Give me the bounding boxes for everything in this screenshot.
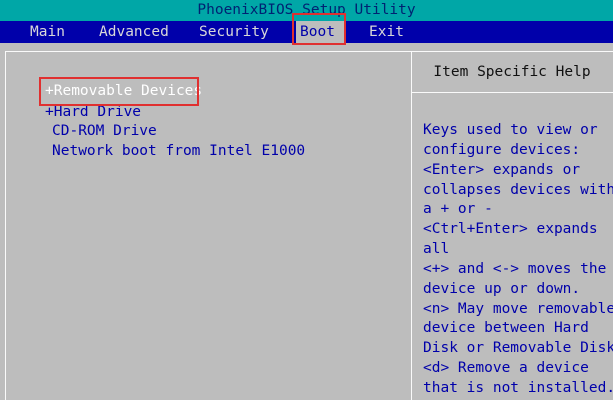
help-line: <Enter> expands or xyxy=(423,161,581,178)
help-line: configure devices: xyxy=(423,141,581,158)
help-line: Keys used to view or xyxy=(423,122,598,138)
help-line: <n> May move removable xyxy=(423,300,613,317)
help-line: a + or - xyxy=(423,201,493,218)
boot-tab-highlight-box xyxy=(292,13,346,45)
help-line: that is not installed. xyxy=(423,379,613,396)
help-line: <+> and <-> moves the xyxy=(423,260,607,277)
help-line: device up or down. xyxy=(423,280,581,297)
help-line: <Ctrl+Enter> expands xyxy=(423,221,598,238)
menu-security[interactable]: Security xyxy=(196,21,272,43)
removable-devices-highlight-box xyxy=(39,77,199,106)
bios-screen: PhoenixBIOS Setup Utility Main Advanced … xyxy=(0,0,613,400)
help-line: Disk or Removable Disk xyxy=(423,340,613,357)
help-line: device between Hard xyxy=(423,320,589,337)
help-line: all xyxy=(423,241,450,258)
boot-item-network-boot[interactable]: Network boot from Intel E1000 xyxy=(52,141,305,161)
boot-item-cdrom-drive[interactable]: CD-ROM Drive xyxy=(52,121,157,141)
help-panel-header: Item Specific Help xyxy=(411,51,613,93)
menu-exit[interactable]: Exit xyxy=(366,21,407,43)
help-line: collapses devices with xyxy=(423,181,613,198)
menu-main[interactable]: Main xyxy=(27,21,68,43)
help-line: <d> Remove a device xyxy=(423,360,589,377)
help-text: Keys used to view or configure devices: … xyxy=(423,121,613,399)
menu-advanced[interactable]: Advanced xyxy=(96,21,172,43)
